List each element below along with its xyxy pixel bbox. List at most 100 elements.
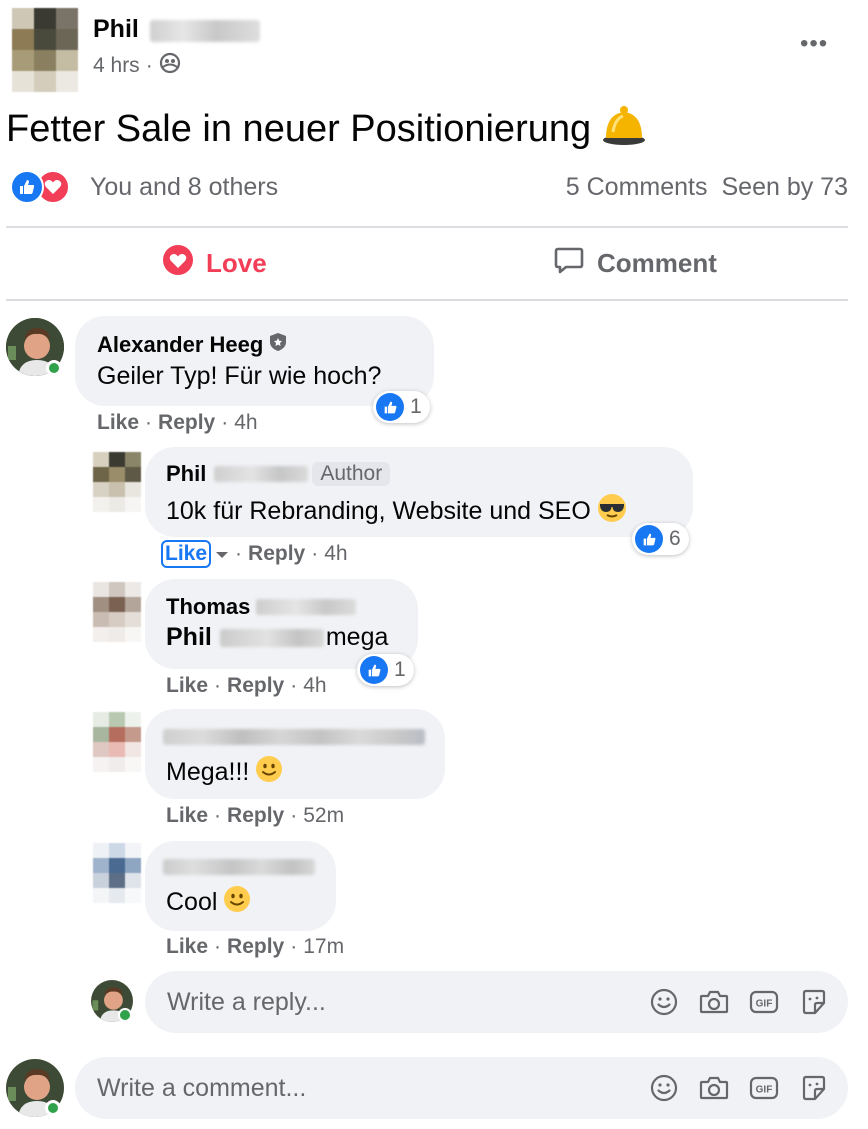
input-actions: GIF: [648, 986, 848, 1018]
comment-author-name[interactable]: Phil: [166, 461, 206, 487]
online-indicator: [118, 1008, 132, 1022]
love-label: Love: [206, 248, 267, 278]
reply-link[interactable]: Reply: [227, 674, 284, 698]
comment-body: Mega!!!: [166, 758, 250, 786]
comment-author-name[interactable]: Alexander Heeg: [97, 332, 263, 358]
comment-body: mega: [325, 623, 389, 651]
reply-link[interactable]: Reply: [227, 804, 284, 828]
comment-text: Cool: [166, 885, 251, 920]
post-author-avatar[interactable]: [12, 8, 78, 92]
post-meta: 4 hrs ·: [93, 52, 181, 80]
separator: ·: [290, 674, 298, 697]
comment-time[interactable]: 4h: [324, 542, 347, 566]
redacted-mention-surname: [219, 628, 324, 647]
comment-time[interactable]: 52m: [303, 804, 344, 828]
like-link[interactable]: Like: [166, 674, 208, 698]
reply-input-bar[interactable]: GIF: [145, 971, 848, 1033]
redacted-author-name[interactable]: [163, 859, 315, 875]
post-body: Fetter Sale in neuer Positionierung: [6, 107, 592, 150]
separator: ·: [235, 542, 243, 565]
redacted-author-name[interactable]: [163, 729, 425, 745]
comments-count[interactable]: 5 Comments: [566, 173, 708, 202]
gif-icon[interactable]: GIF: [748, 986, 780, 1018]
comment-author-name[interactable]: Thomas: [166, 594, 250, 620]
comment-input[interactable]: [97, 1073, 648, 1103]
like-link[interactable]: Like: [166, 935, 208, 959]
comment-author[interactable]: Alexander Heeg: [97, 332, 287, 358]
like-link[interactable]: Like: [97, 411, 139, 435]
avatar[interactable]: [93, 582, 141, 642]
seen-count[interactable]: Seen by 73: [722, 173, 849, 202]
svg-text:GIF: GIF: [756, 999, 773, 1010]
comment-text: Geiler Typ! Für wie hoch?: [97, 362, 382, 390]
comment-reaction-count[interactable]: 6: [632, 523, 689, 555]
like-reaction-icon: [10, 170, 44, 204]
reply-input[interactable]: [167, 987, 648, 1017]
love-icon: [162, 244, 194, 283]
separator: ·: [290, 804, 298, 827]
comment-time[interactable]: 4h: [234, 411, 257, 435]
comment-actions: Like · Reply · 4h: [166, 674, 327, 698]
separator: ·: [214, 804, 222, 827]
online-indicator: [45, 1100, 61, 1116]
like-link[interactable]: Like: [166, 804, 208, 828]
reply-link[interactable]: Reply: [227, 935, 284, 959]
post-time[interactable]: 4 hrs: [93, 54, 140, 78]
reaction-count: 1: [410, 395, 422, 418]
author-badge: Author: [312, 462, 391, 486]
reaction-count: 1: [394, 658, 406, 681]
input-actions: GIF: [648, 1072, 848, 1104]
like-reaction-icon: [376, 393, 404, 421]
reply-link[interactable]: Reply: [248, 542, 305, 566]
comment-time[interactable]: 4h: [303, 674, 326, 698]
separator: ·: [214, 674, 222, 697]
avatar[interactable]: [93, 452, 141, 512]
redacted-surname: [256, 599, 357, 615]
mention-link[interactable]: Phil: [166, 623, 212, 652]
reply-link[interactable]: Reply: [158, 411, 215, 435]
divider: [6, 226, 848, 228]
reactions-summary[interactable]: You and 8 others: [90, 173, 278, 202]
avatar[interactable]: [93, 712, 141, 772]
reaction-icons[interactable]: [10, 170, 70, 204]
love-button[interactable]: Love: [162, 244, 267, 283]
separator: ·: [221, 411, 229, 434]
comment-author[interactable]: Phil Author: [166, 461, 391, 487]
reaction-count: 6: [669, 527, 681, 550]
comment-author[interactable]: Thomas: [166, 594, 357, 620]
redacted-surname: [214, 466, 309, 482]
comment-reaction-count[interactable]: 1: [373, 391, 430, 423]
meta-separator: ·: [145, 54, 153, 77]
comment-text: Phil mega: [166, 623, 388, 652]
sunglasses-emoji: [597, 493, 627, 530]
comment-time[interactable]: 17m: [303, 935, 344, 959]
emoji-icon[interactable]: [648, 986, 680, 1018]
post-author-name[interactable]: Phil: [93, 15, 139, 44]
sticker-icon[interactable]: [798, 1072, 830, 1104]
comment-actions: Like · Reply · 17m: [166, 935, 344, 959]
comment-text: 10k für Rebranding, Website und SEO: [166, 493, 627, 530]
comment-icon: [553, 244, 585, 283]
like-link[interactable]: Like: [160, 540, 212, 568]
more-options-button[interactable]: •••: [800, 32, 828, 56]
shield-badge-icon: [269, 332, 287, 358]
comment-text: Mega!!!: [166, 755, 283, 790]
comment-body: 10k für Rebranding, Website und SEO: [166, 497, 591, 525]
camera-icon[interactable]: [698, 1072, 730, 1104]
chevron-down-icon[interactable]: [215, 542, 229, 566]
svg-text:GIF: GIF: [756, 1085, 773, 1096]
gif-icon[interactable]: GIF: [748, 1072, 780, 1104]
comment-input-bar[interactable]: GIF: [75, 1057, 848, 1119]
like-reaction-icon: [360, 656, 388, 684]
emoji-icon[interactable]: [648, 1072, 680, 1104]
sticker-icon[interactable]: [798, 986, 830, 1018]
camera-icon[interactable]: [698, 986, 730, 1018]
comment-bubble: Mega!!!: [145, 709, 445, 799]
bell-emoji: [601, 102, 647, 156]
friends-icon: [159, 52, 181, 80]
avatar[interactable]: [93, 843, 141, 903]
comment-bubble: Phil Author 10k für Rebranding, Website …: [145, 447, 693, 537]
comment-reaction-count[interactable]: 1: [357, 654, 414, 686]
separator: ·: [145, 411, 153, 434]
comment-button[interactable]: Comment: [553, 244, 717, 283]
